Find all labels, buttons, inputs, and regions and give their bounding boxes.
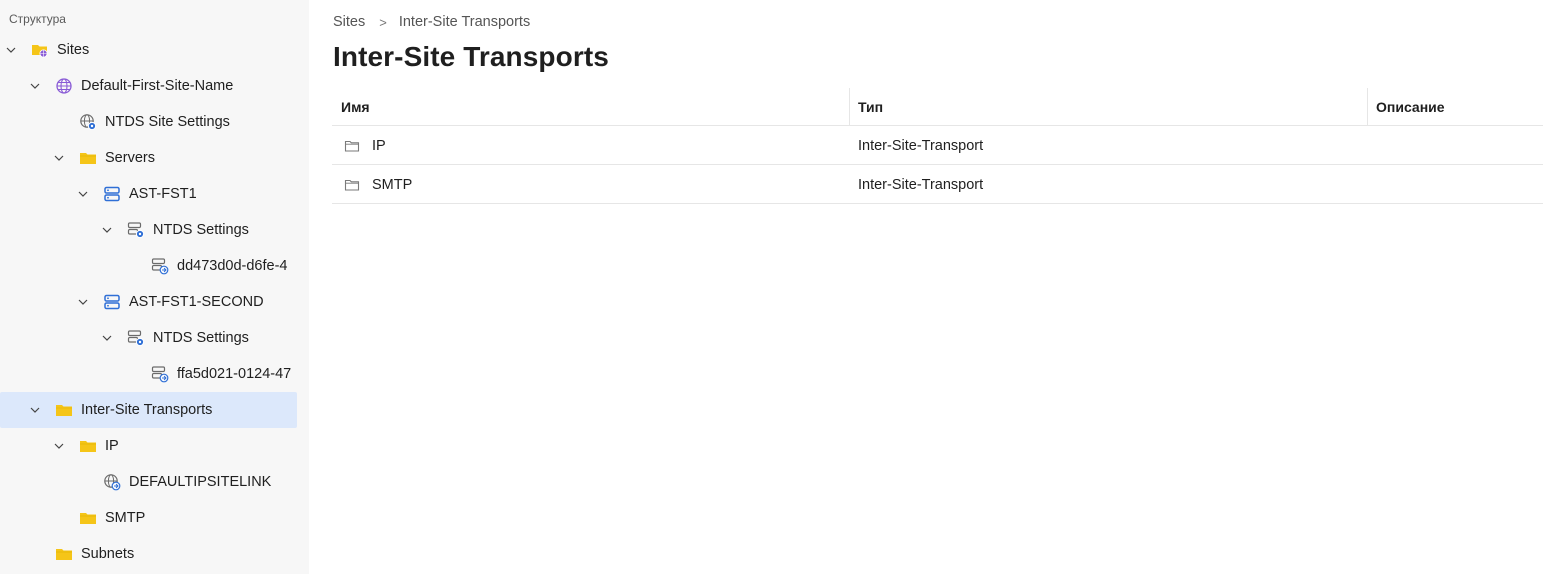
- folder-icon: [79, 149, 97, 167]
- tree-item-label: Servers: [105, 150, 155, 166]
- column-header-type[interactable]: Тип: [849, 88, 1367, 126]
- objects-table: Имя Тип Описание IP Inter-Site-Transport…: [332, 88, 1543, 204]
- tree-item-ntds-settings[interactable]: NTDS Settings: [0, 212, 297, 248]
- tree-item-connection-1[interactable]: dd473d0d-d6fe-4: [0, 248, 297, 284]
- tree-item-ast-fst1[interactable]: AST-FST1: [0, 176, 297, 212]
- sites-folder-icon: [31, 41, 49, 59]
- breadcrumb: Sites > Inter-Site Transports: [333, 14, 530, 30]
- chevron-down-icon[interactable]: [4, 43, 18, 57]
- breadcrumb-current: Inter-Site Transports: [398, 14, 531, 30]
- tree-item-label: IP: [105, 438, 119, 454]
- breadcrumb-separator: >: [379, 14, 387, 30]
- folder-outline-icon: [344, 177, 360, 193]
- tree-item-ip[interactable]: IP: [0, 428, 297, 464]
- chevron-down-icon[interactable]: [76, 187, 90, 201]
- ntds-settings-icon: [127, 221, 145, 239]
- chevron-down-icon[interactable]: [28, 79, 42, 93]
- table-row[interactable]: IP Inter-Site-Transport: [332, 126, 1543, 165]
- breadcrumb-root-link[interactable]: Sites: [333, 14, 365, 30]
- tree-item-connection-2[interactable]: ffa5d021-0124-47: [0, 356, 297, 392]
- table-cell-name: IP: [344, 126, 386, 165]
- tree-item-label: dd473d0d-d6fe-4: [177, 258, 288, 274]
- chevron-down-icon[interactable]: [52, 439, 66, 453]
- tree-item-ntds-site-settings[interactable]: NTDS Site Settings: [0, 104, 297, 140]
- tree-item-ast-fst1-second[interactable]: AST-FST1-SECOND: [0, 284, 297, 320]
- table-cell-name: SMTP: [344, 165, 412, 204]
- tree-item-label: Sites: [57, 42, 90, 58]
- table-cell-type: Inter-Site-Transport: [858, 176, 984, 193]
- server-icon: [103, 185, 121, 203]
- server-icon: [103, 293, 121, 311]
- tree-item-inter-site-transports[interactable]: Inter-Site Transports: [0, 392, 297, 428]
- site-settings-icon: [79, 113, 97, 131]
- tree-item-label: NTDS Settings: [153, 330, 249, 346]
- sidebar: Структура Sites Default-First-Site-Name: [0, 0, 309, 574]
- tree-item-label: NTDS Site Settings: [105, 114, 230, 130]
- tree-item-subnets[interactable]: Subnets: [0, 536, 297, 572]
- site-link-icon: [103, 473, 121, 491]
- tree-item-label: Inter-Site Transports: [81, 402, 213, 418]
- chevron-down-icon[interactable]: [100, 223, 114, 237]
- structure-tree: Sites Default-First-Site-Name NTDS Site …: [0, 32, 309, 572]
- table-cell-type: Inter-Site-Transport: [858, 137, 984, 154]
- chevron-down-icon[interactable]: [76, 295, 90, 309]
- tree-item-label: NTDS Settings: [153, 222, 249, 238]
- main-content: Sites > Inter-Site Transports Inter-Site…: [309, 0, 1543, 574]
- tree-item-label: Subnets: [81, 546, 135, 562]
- folder-icon: [79, 509, 97, 527]
- tree-item-label: ffa5d021-0124-47: [177, 366, 292, 382]
- globe-icon: [55, 77, 73, 95]
- chevron-down-icon[interactable]: [100, 331, 114, 345]
- tree-item-label: AST-FST1-SECOND: [129, 294, 264, 310]
- connection-icon: [151, 257, 169, 275]
- ntds-settings-icon: [127, 329, 145, 347]
- sidebar-title: Структура: [9, 12, 66, 26]
- tree-item-defaultipsitelink[interactable]: DEFAULTIPSITELINK: [0, 464, 297, 500]
- tree-item-sites[interactable]: Sites: [0, 32, 297, 68]
- column-header-name[interactable]: Имя: [332, 88, 849, 126]
- tree-item-ntds-settings[interactable]: NTDS Settings: [0, 320, 297, 356]
- tree-item-smtp[interactable]: SMTP: [0, 500, 297, 536]
- table-header: Имя Тип Описание: [332, 88, 1543, 126]
- row-name-text: SMTP: [372, 176, 413, 193]
- page-title: Inter-Site Transports: [333, 41, 609, 72]
- tree-item-servers[interactable]: Servers: [0, 140, 297, 176]
- connection-icon: [151, 365, 169, 383]
- chevron-down-icon[interactable]: [52, 151, 66, 165]
- column-header-description[interactable]: Описание: [1367, 88, 1543, 126]
- tree-item-label: DEFAULTIPSITELINK: [129, 474, 272, 490]
- tree-item-label: AST-FST1: [129, 186, 197, 202]
- row-name-text: IP: [372, 137, 386, 154]
- folder-outline-icon: [344, 138, 360, 154]
- tree-item-default-first-site-name[interactable]: Default-First-Site-Name: [0, 68, 297, 104]
- folder-icon: [79, 437, 97, 455]
- chevron-down-icon[interactable]: [28, 403, 42, 417]
- tree-item-label: SMTP: [105, 510, 146, 526]
- folder-icon: [55, 545, 73, 563]
- table-row[interactable]: SMTP Inter-Site-Transport: [332, 165, 1543, 204]
- folder-icon: [55, 401, 73, 419]
- tree-item-label: Default-First-Site-Name: [81, 78, 234, 94]
